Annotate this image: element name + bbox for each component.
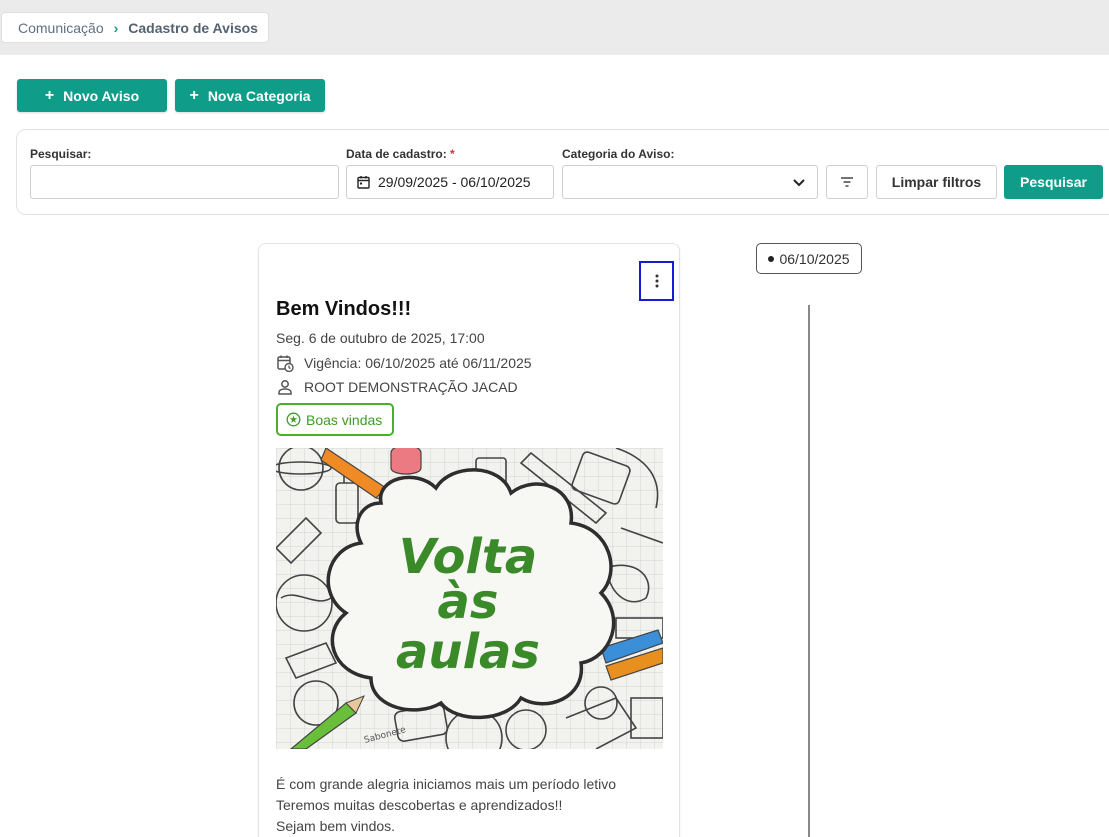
plus-icon: + <box>189 86 199 104</box>
author-text: ROOT DEMONSTRAÇÃO JACAD <box>304 379 518 395</box>
new-category-label: Nova Categoria <box>207 87 311 104</box>
date-range-value: 29/09/2025 - 06/10/2025 <box>378 174 531 190</box>
timeline-line <box>808 305 810 837</box>
notice-image: Volta às aulas Sabonete <box>276 448 663 749</box>
notice-validity: Vigência: 06/10/2025 até 06/11/2025 <box>276 354 532 372</box>
new-notice-button[interactable]: + Novo Aviso <box>17 79 167 112</box>
validity-text: Vigência: 06/10/2025 até 06/11/2025 <box>304 355 532 371</box>
body-line-3: Sejam bem vindos. <box>276 818 396 834</box>
calendar-icon <box>357 176 370 189</box>
calendar-clock-icon <box>277 355 294 372</box>
main-content: + Novo Aviso + Nova Categoria Pesquisar:… <box>0 55 1109 837</box>
search-input[interactable] <box>30 165 339 199</box>
category-tag-label: Boas vindas <box>306 411 383 428</box>
breadcrumb-parent[interactable]: Comunicação <box>18 20 104 36</box>
clear-filters-button[interactable]: Limpar filtros <box>876 165 997 199</box>
more-vertical-icon <box>655 274 658 288</box>
star-circle-icon <box>286 412 301 427</box>
breadcrumb: Comunicação › Cadastro de Avisos <box>1 12 269 43</box>
required-marker: * <box>450 147 455 161</box>
notice-body: É com grande alegria iniciamos mais um p… <box>276 774 616 837</box>
filter-options-button[interactable] <box>826 165 868 199</box>
date-label-text: Data de cadastro: <box>346 147 447 161</box>
notice-date: Seg. 6 de outubro de 2025, 17:00 <box>276 330 485 346</box>
user-icon <box>278 380 292 395</box>
timeline-date: 06/10/2025 <box>779 250 850 267</box>
more-options-button[interactable] <box>639 261 674 301</box>
body-line-1: É com grande alegria iniciamos mais um p… <box>276 776 617 792</box>
image-line3: aulas <box>396 624 540 680</box>
chevron-down-icon <box>793 179 805 187</box>
timeline-date-badge: 06/10/2025 <box>756 243 862 274</box>
plus-icon: + <box>44 86 55 104</box>
new-category-button[interactable]: + Nova Categoria <box>175 79 325 112</box>
image-line2: às <box>438 574 499 630</box>
filter-icon <box>841 177 853 187</box>
filter-panel: Pesquisar: Data de cadastro: * 29/09/202… <box>16 129 1109 215</box>
search-button[interactable]: Pesquisar <box>1004 165 1103 199</box>
timeline-dot <box>768 255 775 262</box>
chevron-right-icon: › <box>113 19 119 36</box>
notice-author: ROOT DEMONSTRAÇÃO JACAD <box>276 379 518 395</box>
breadcrumb-current: Cadastro de Avisos <box>128 19 258 36</box>
category-tag: Boas vindas <box>276 403 395 436</box>
body-line-2: Teremos muitas descobertas e aprendizado… <box>276 797 563 813</box>
search-label: Pesquisar: <box>30 147 92 161</box>
new-notice-label: Novo Aviso <box>63 87 140 104</box>
category-label: Categoria do Aviso: <box>562 147 675 161</box>
category-select[interactable] <box>562 165 818 199</box>
date-label: Data de cadastro: * <box>346 147 455 161</box>
date-range-input[interactable]: 29/09/2025 - 06/10/2025 <box>346 165 554 199</box>
notice-card: Bem Vindos!!! Seg. 6 de outubro de 2025,… <box>258 243 680 837</box>
notice-title: Bem Vindos!!! <box>276 298 412 320</box>
